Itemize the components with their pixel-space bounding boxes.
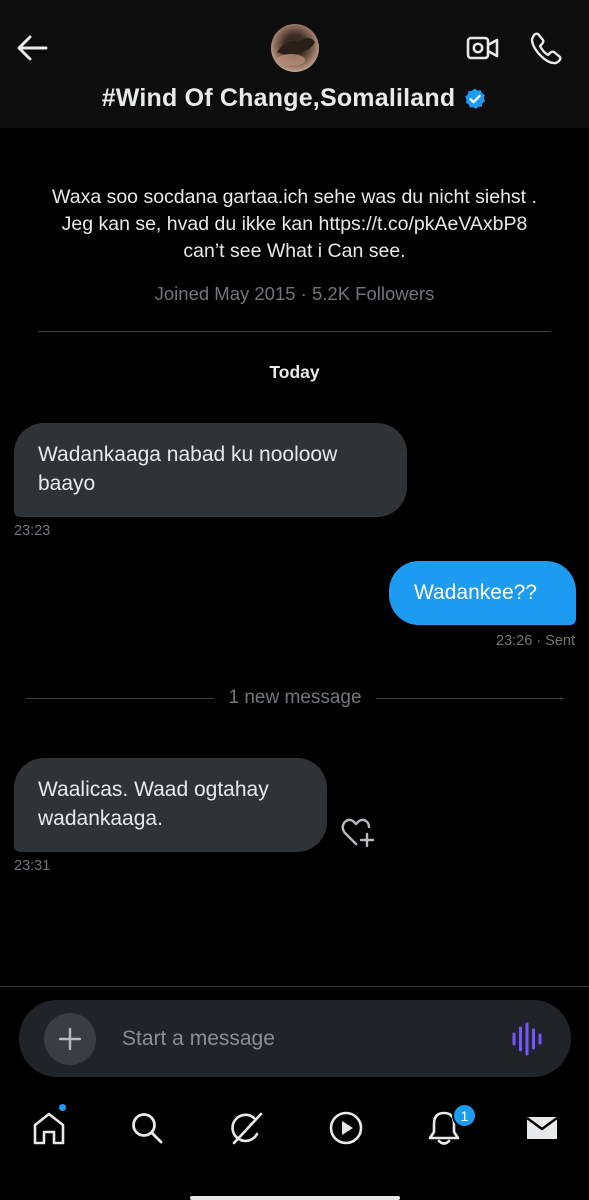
video-camera-icon bbox=[466, 36, 499, 60]
message-timestamp: 23:23 bbox=[14, 523, 51, 539]
message-timestamp-sent: 23:26 · Sent bbox=[496, 633, 575, 649]
message-bubble-incoming[interactable]: Wadankaaga nabad ku nooloow baayo bbox=[14, 423, 407, 517]
tab-messages[interactable] bbox=[520, 1106, 564, 1150]
verified-badge-icon bbox=[465, 88, 486, 109]
home-icon bbox=[33, 1112, 65, 1145]
video-call-button[interactable] bbox=[463, 30, 503, 66]
message-bubble-outgoing[interactable]: Wadankee?? bbox=[389, 561, 576, 625]
bottom-tab-bar bbox=[0, 1090, 589, 1200]
message-composer bbox=[19, 1000, 571, 1077]
conversation-title[interactable]: #Wind Of Change,Somaliland bbox=[102, 84, 456, 113]
new-message-label: 1 new message bbox=[228, 687, 362, 708]
tab-home[interactable] bbox=[27, 1106, 71, 1150]
arrow-left-icon bbox=[17, 35, 48, 61]
back-button[interactable] bbox=[14, 32, 50, 64]
message-text: Waalicas. Waad ogtahay wadankaaga. bbox=[38, 778, 269, 830]
tab-grok[interactable] bbox=[224, 1106, 268, 1150]
new-message-separator: 1 new message bbox=[26, 684, 565, 712]
home-unread-dot bbox=[58, 1103, 67, 1112]
home-indicator bbox=[190, 1196, 400, 1200]
composer-divider bbox=[0, 986, 589, 987]
search-icon bbox=[132, 1113, 163, 1144]
profile-bio: Waxa soo socdana gartaa.ich sehe was du … bbox=[52, 186, 537, 262]
message-timestamp: 23:31 bbox=[14, 858, 51, 874]
notification-count-badge: 1 bbox=[452, 1103, 477, 1128]
message-input[interactable] bbox=[122, 1020, 482, 1058]
message-text: Wadankaaga nabad ku nooloow baayo bbox=[38, 443, 338, 495]
tab-video[interactable] bbox=[324, 1106, 368, 1150]
divider bbox=[38, 331, 551, 332]
conversation-header: #Wind Of Change,Somaliland bbox=[0, 0, 589, 128]
title-row: #Wind Of Change,Somaliland bbox=[0, 84, 589, 113]
grok-icon bbox=[231, 1112, 263, 1145]
date-separator: Today bbox=[269, 362, 320, 382]
tab-search[interactable] bbox=[125, 1106, 169, 1150]
add-reaction-button[interactable] bbox=[340, 816, 376, 850]
voice-wave-icon bbox=[512, 1022, 542, 1056]
message-bubble-incoming[interactable]: Waalicas. Waad ogtahay wadankaaga. bbox=[14, 758, 327, 852]
profile-joined-followers[interactable]: Joined May 2015 · 5.2K Followers bbox=[0, 283, 589, 305]
contact-avatar[interactable] bbox=[271, 24, 319, 72]
heart-plus-icon bbox=[341, 818, 375, 848]
add-attachment-button[interactable] bbox=[44, 1013, 96, 1065]
plus-icon bbox=[58, 1027, 82, 1051]
voice-call-button[interactable] bbox=[526, 28, 566, 68]
message-text: Wadankee?? bbox=[414, 581, 537, 604]
mail-icon bbox=[526, 1117, 558, 1139]
voice-message-button[interactable] bbox=[507, 1020, 547, 1058]
phone-icon bbox=[530, 32, 562, 65]
play-icon bbox=[329, 1111, 363, 1145]
